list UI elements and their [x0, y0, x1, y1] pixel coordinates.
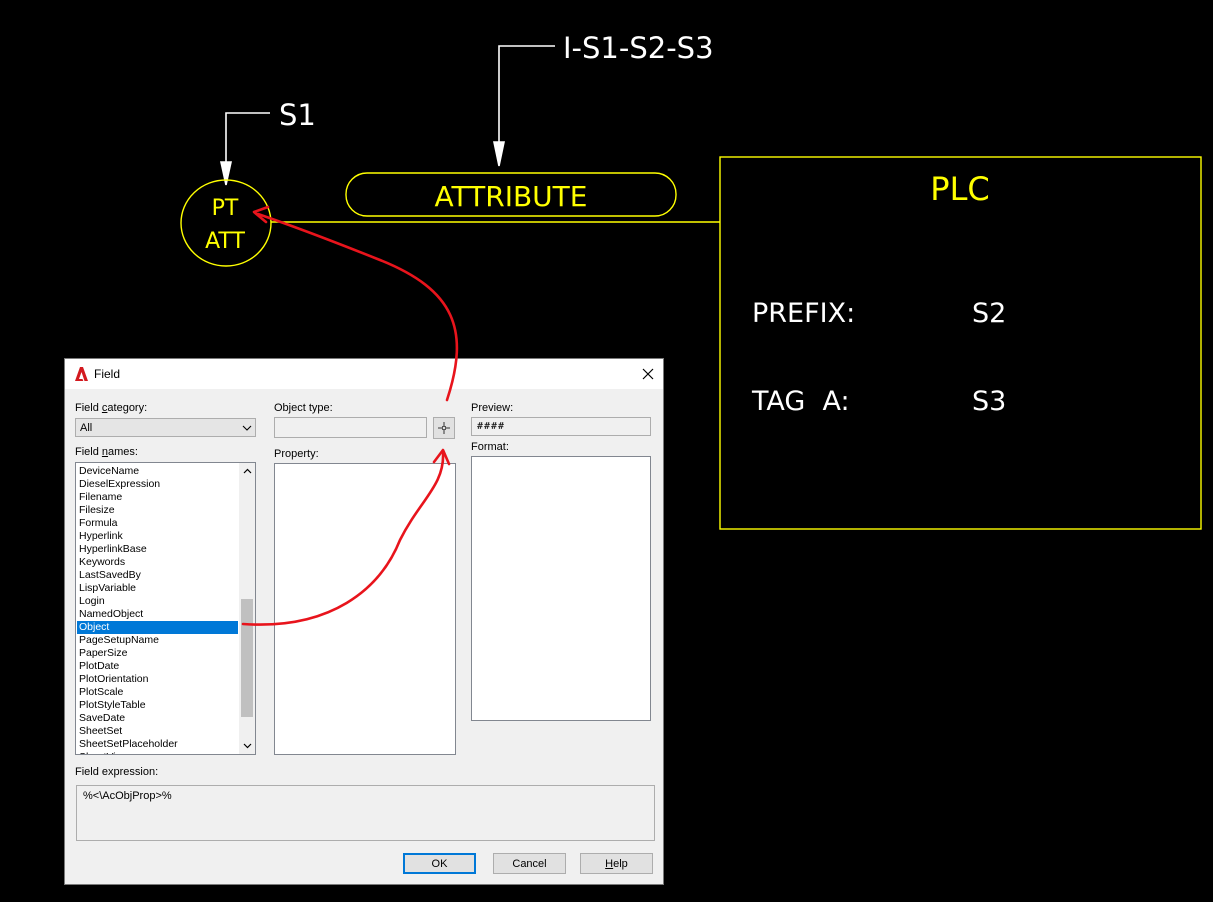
field-names-list[interactable]: DeviceName DieselExpression Filename Filesi… [75, 462, 256, 755]
field-expression-label: Field expression: [75, 766, 159, 778]
close-button[interactable] [633, 359, 663, 389]
list-item-login[interactable]: Login [77, 595, 238, 608]
property-list[interactable] [274, 463, 456, 755]
field-names-items: DeviceName DieselExpression Filename Filesi… [77, 465, 238, 754]
tag-leader [498, 45, 555, 142]
preview-field: #### [471, 417, 651, 436]
list-item-sheetview[interactable]: SheetView [77, 751, 238, 754]
list-item-sheetsetplaceholder[interactable]: SheetSetPlaceholder [77, 738, 238, 751]
tag-leader-arrow [493, 141, 505, 167]
scroll-down-button[interactable] [239, 738, 255, 754]
field-category-select[interactable]: All [75, 418, 256, 437]
ok-button[interactable]: OK [403, 853, 476, 874]
preview-value: #### [477, 421, 506, 432]
list-item-devicename[interactable]: DeviceName [77, 465, 238, 478]
leader-lines [220, 45, 555, 186]
help-button[interactable]: Help [580, 853, 653, 874]
list-item-lispvariable[interactable]: LispVariable [77, 582, 238, 595]
list-item-object[interactable]: Object [77, 621, 238, 634]
list-item-dieselexpression[interactable]: DieselExpression [77, 478, 238, 491]
chevron-down-icon [242, 425, 252, 431]
list-item-papersize[interactable]: PaperSize [77, 647, 238, 660]
plc-title: PLC [930, 170, 989, 208]
cancel-button-label: Cancel [512, 857, 547, 870]
list-item-namedobject[interactable]: NamedObject [77, 608, 238, 621]
close-icon [642, 368, 654, 380]
cancel-button[interactable]: Cancel [493, 853, 566, 874]
list-item-pagesetupname[interactable]: PageSetupName [77, 634, 238, 647]
object-type-label: Object type: [274, 402, 333, 414]
field-category-value: All [80, 422, 93, 434]
ok-button-label: OK [431, 857, 448, 870]
list-item-plotdate[interactable]: PlotDate [77, 660, 238, 673]
select-object-button[interactable] [433, 417, 455, 439]
list-item-filesize[interactable]: Filesize [77, 504, 238, 517]
list-item-plotorientation[interactable]: PlotOrientation [77, 673, 238, 686]
tag-a-value: S3 [972, 386, 1006, 417]
chevron-down-icon [243, 743, 251, 749]
field-expression-value: %<\AcObjProp>% [83, 790, 172, 802]
field-names-scrollbar[interactable] [239, 463, 255, 754]
tag-label: I-S1-S2-S3 [563, 31, 714, 65]
list-item-plotscale[interactable]: PlotScale [77, 686, 238, 699]
dialog-title: Field [94, 367, 121, 381]
autocad-icon [75, 367, 88, 381]
scroll-thumb[interactable] [241, 599, 253, 717]
object-type-field[interactable] [274, 417, 427, 438]
tag-a-label: TAG A: [751, 386, 850, 417]
list-item-lastsavedby[interactable]: LastSavedBy [77, 569, 238, 582]
prefix-label: PREFIX: [752, 298, 855, 329]
list-item-hyperlinkbase[interactable]: HyperlinkBase [77, 543, 238, 556]
balloon-line2: ATT [205, 229, 245, 254]
format-list[interactable] [471, 456, 651, 721]
list-item-filename[interactable]: Filename [77, 491, 238, 504]
balloon-line1: PT [212, 196, 239, 221]
property-label: Property: [274, 448, 319, 460]
s1-leader [225, 112, 270, 162]
list-item-formula[interactable]: Formula [77, 517, 238, 530]
preview-label: Preview: [471, 402, 514, 414]
field-expression-box[interactable]: %<\AcObjProp>% [76, 785, 655, 841]
field-dialog: Field Field category: All Field names: D… [64, 358, 664, 885]
list-item-sheetset[interactable]: SheetSet [77, 725, 238, 738]
plc-block[interactable] [719, 156, 1202, 530]
chevron-up-icon [243, 468, 251, 474]
list-item-hyperlink[interactable]: Hyperlink [77, 530, 238, 543]
list-item-plotstyletable[interactable]: PlotStyleTable [77, 699, 238, 712]
attribute-label: ATTRIBUTE [435, 180, 588, 213]
list-item-keywords[interactable]: Keywords [77, 556, 238, 569]
field-names-label: Field names: [75, 446, 138, 458]
scroll-up-button[interactable] [239, 463, 255, 479]
s1-label: S1 [279, 98, 316, 132]
format-label: Format: [471, 441, 509, 453]
prefix-value: S2 [972, 298, 1006, 329]
s1-leader-arrow [220, 161, 232, 186]
crosshair-pick-icon [438, 422, 450, 434]
dialog-titlebar[interactable]: Field [65, 359, 663, 389]
field-category-label: Field category: [75, 402, 148, 414]
help-button-label: Help [605, 857, 628, 870]
list-item-savedate[interactable]: SaveDate [77, 712, 238, 725]
